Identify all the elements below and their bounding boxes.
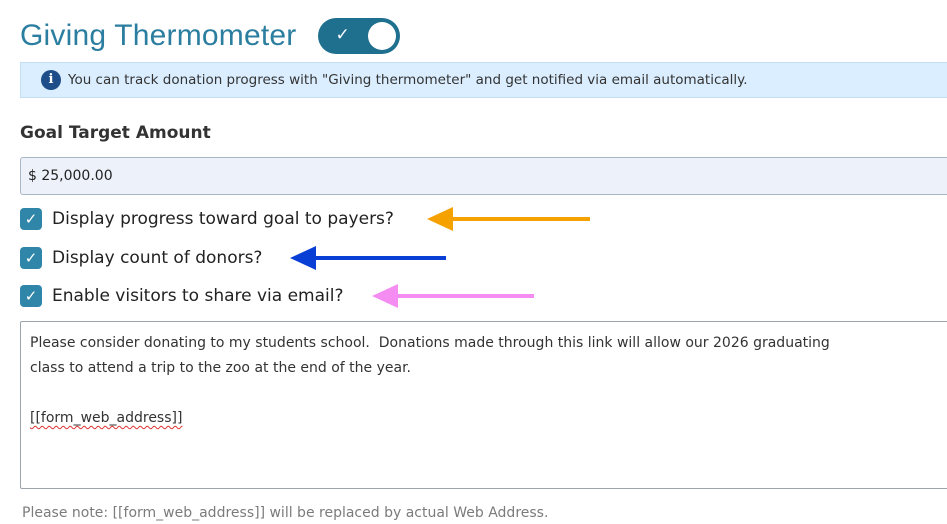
message-line-2: class to attend a trip to the zoo at the… [30, 360, 411, 376]
toggle-knob [368, 22, 397, 50]
giving-thermometer-toggle[interactable]: ✓ [318, 18, 401, 54]
info-banner: i You can track donation progress with "… [20, 62, 947, 98]
blue-arrow-icon [290, 246, 446, 270]
option-label: Display count of donors? [52, 248, 263, 268]
info-banner-text: You can track donation progress with "Gi… [68, 72, 748, 88]
goal-target-amount-input[interactable] [20, 157, 947, 195]
share-message-textarea[interactable]: Please consider donating to my students … [20, 321, 947, 489]
option-label: Display progress toward goal to payers? [52, 209, 394, 229]
share-message-text[interactable]: Please consider donating to my students … [30, 331, 939, 431]
orange-arrow-icon [427, 207, 590, 231]
section-title: Giving Thermometer [20, 19, 297, 52]
form-web-address-token: [[form_web_address]] [30, 410, 183, 426]
option-display-donor-count[interactable]: ✓ Display count of donors? [20, 245, 262, 271]
arrow-head [372, 284, 398, 308]
giving-thermometer-panel: Giving Thermometer ✓ i You can track don… [0, 0, 947, 524]
arrow-head [290, 246, 316, 270]
message-line-1: Please consider donating to my students … [30, 335, 830, 351]
arrow-head [427, 207, 453, 231]
toggle-check-icon: ✓ [335, 25, 350, 45]
section-header: Giving Thermometer ✓ [20, 10, 401, 62]
option-label: Enable visitors to share via email? [52, 286, 344, 306]
info-icon: i [41, 70, 61, 90]
checkbox-checked-icon[interactable]: ✓ [20, 285, 42, 307]
replacement-note: Please note: [[form_web_address]] will b… [22, 505, 549, 521]
checkbox-checked-icon[interactable]: ✓ [20, 208, 42, 230]
option-display-progress[interactable]: ✓ Display progress toward goal to payers… [20, 206, 394, 232]
goal-target-label: Goal Target Amount [20, 123, 211, 143]
option-share-via-email[interactable]: ✓ Enable visitors to share via email? [20, 283, 344, 309]
checkbox-checked-icon[interactable]: ✓ [20, 247, 42, 269]
pink-arrow-icon [372, 284, 534, 308]
